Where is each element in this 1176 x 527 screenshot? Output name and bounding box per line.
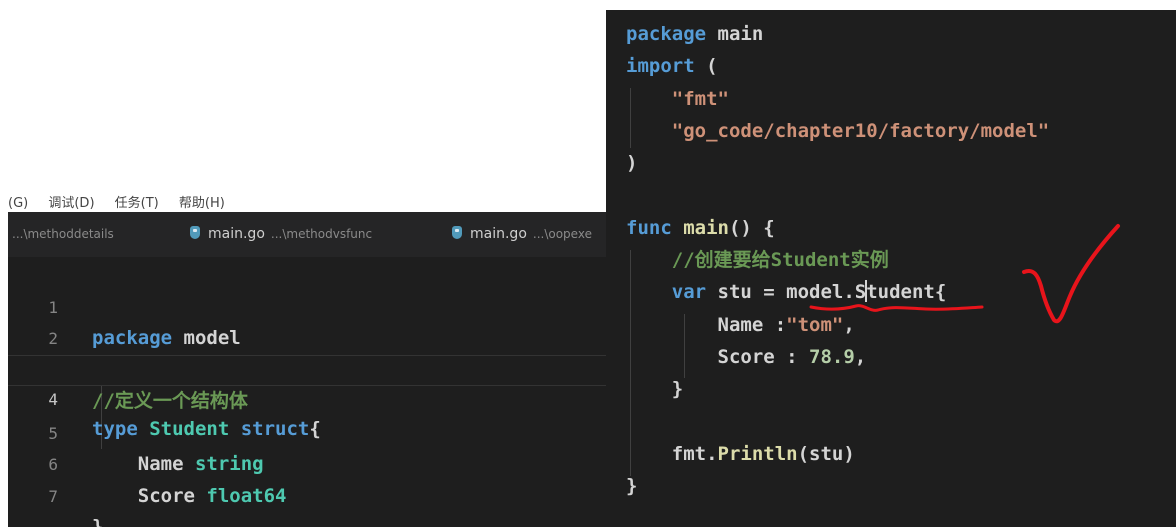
go-file-icon	[190, 226, 200, 239]
indent-guide	[630, 250, 631, 476]
code-line-14: fmt.Println(stu)	[626, 438, 1049, 470]
tab-main-go-oopexe[interactable]: main.go ...\oopexe	[452, 212, 592, 257]
package-fmt: fmt	[626, 442, 707, 465]
code-line-7: 7 }	[8, 449, 608, 527]
model-ref: model.S	[786, 281, 867, 304]
import-string: "fmt"	[626, 87, 729, 110]
tab-path: ...\oopexe	[532, 227, 592, 241]
number-value: 78.9	[809, 345, 855, 368]
tab-path: ...\methoddetails	[12, 227, 114, 241]
identifier-stu: stu =	[706, 281, 787, 304]
indent-guide	[684, 314, 685, 378]
menu-item-help[interactable]: 帮助(H)	[179, 196, 225, 211]
keyword-var: var	[626, 281, 707, 304]
keyword-import: import	[626, 55, 695, 78]
right-editor-window: package main import ( "fmt" "go_code/cha…	[606, 10, 1176, 527]
code-line-1: package main	[626, 18, 1049, 50]
string-value: "tom"	[786, 313, 844, 336]
right-code-area[interactable]: package main import ( "fmt" "go_code/cha…	[626, 18, 1049, 502]
menu-item-tasks[interactable]: 任务(T)	[115, 196, 159, 211]
field-score: Score :	[626, 345, 810, 368]
comment: //创建要给Student实例	[626, 249, 889, 272]
paren: )	[626, 152, 638, 175]
code-line-7: func main() {	[626, 212, 1049, 244]
left-code-area[interactable]: 1 package model 2 3 //定义一个结构体 4 type Stu…	[8, 260, 608, 527]
comma: ,	[843, 313, 855, 336]
comma: ,	[854, 345, 867, 368]
left-editor-window: (G) 调试(D) 任务(T) 帮助(H) ...\methoddetails …	[8, 190, 608, 527]
code-line-1: 1 package model	[8, 260, 608, 350]
function-main: main	[671, 216, 729, 239]
tab-label: main.go	[208, 226, 265, 242]
import-string: "go_code/chapter10/factory/model"	[626, 119, 1050, 142]
code-line-3: "fmt"	[626, 83, 1049, 115]
code-line-5: )	[626, 147, 1049, 179]
signature: () {	[728, 216, 775, 239]
go-file-icon	[452, 226, 462, 239]
indent-guide	[630, 88, 631, 148]
code-line-6: 6 Score float64	[8, 418, 608, 507]
function-println: Println	[717, 442, 798, 465]
menu-item-debug[interactable]: 调试(D)	[48, 196, 94, 211]
code-line-15: }	[626, 470, 1049, 502]
dot: .	[706, 442, 718, 465]
menu-item-go[interactable]: (G)	[8, 196, 28, 211]
field-name: Name :	[626, 313, 787, 336]
code-line-2: import (	[626, 50, 1049, 82]
call-args: (stu)	[797, 442, 855, 465]
code-line-11: Score : 78.9,	[626, 341, 1049, 373]
menu-bar: (G) 调试(D) 任务(T) 帮助(H)	[8, 190, 608, 212]
brace: }	[626, 475, 638, 498]
code-line-12: }	[626, 373, 1049, 405]
brace: }	[626, 378, 684, 401]
field-score: Score	[92, 484, 195, 507]
tab-main-go-methodvsfunc[interactable]: main.go ...\methodvsfunc	[190, 212, 372, 257]
tab-methoddetails[interactable]: ...\methoddetails	[8, 212, 114, 257]
code-line-10: Name :"tom",	[626, 309, 1049, 341]
line-number: 7	[48, 486, 58, 506]
code-line-5: 5 Name string	[8, 386, 608, 476]
brace: {	[934, 281, 947, 304]
keyword-package: package	[626, 23, 707, 45]
code-line-9: var stu = model.Student{	[626, 276, 1049, 308]
type-float64: float64	[194, 484, 287, 507]
code-line-8: //创建要给Student实例	[626, 244, 1049, 276]
brace: }	[92, 516, 104, 527]
paren: (	[694, 55, 718, 78]
editor-tab-bar: ...\methoddetails main.go ...\methodvsfun…	[8, 212, 608, 257]
code-line-4: "go_code/chapter10/factory/model"	[626, 115, 1050, 147]
code-line-4: 4 type Student struct{	[8, 354, 608, 440]
identifier-main: main	[706, 23, 764, 45]
keyword-func: func	[626, 216, 672, 239]
tab-label: main.go	[470, 226, 527, 242]
code-line-2: 2	[8, 292, 608, 348]
code-line-3: 3 //定义一个结构体	[8, 323, 608, 413]
model-ref: tudent	[866, 281, 935, 304]
tab-path: ...\methodvsfunc	[270, 227, 373, 241]
